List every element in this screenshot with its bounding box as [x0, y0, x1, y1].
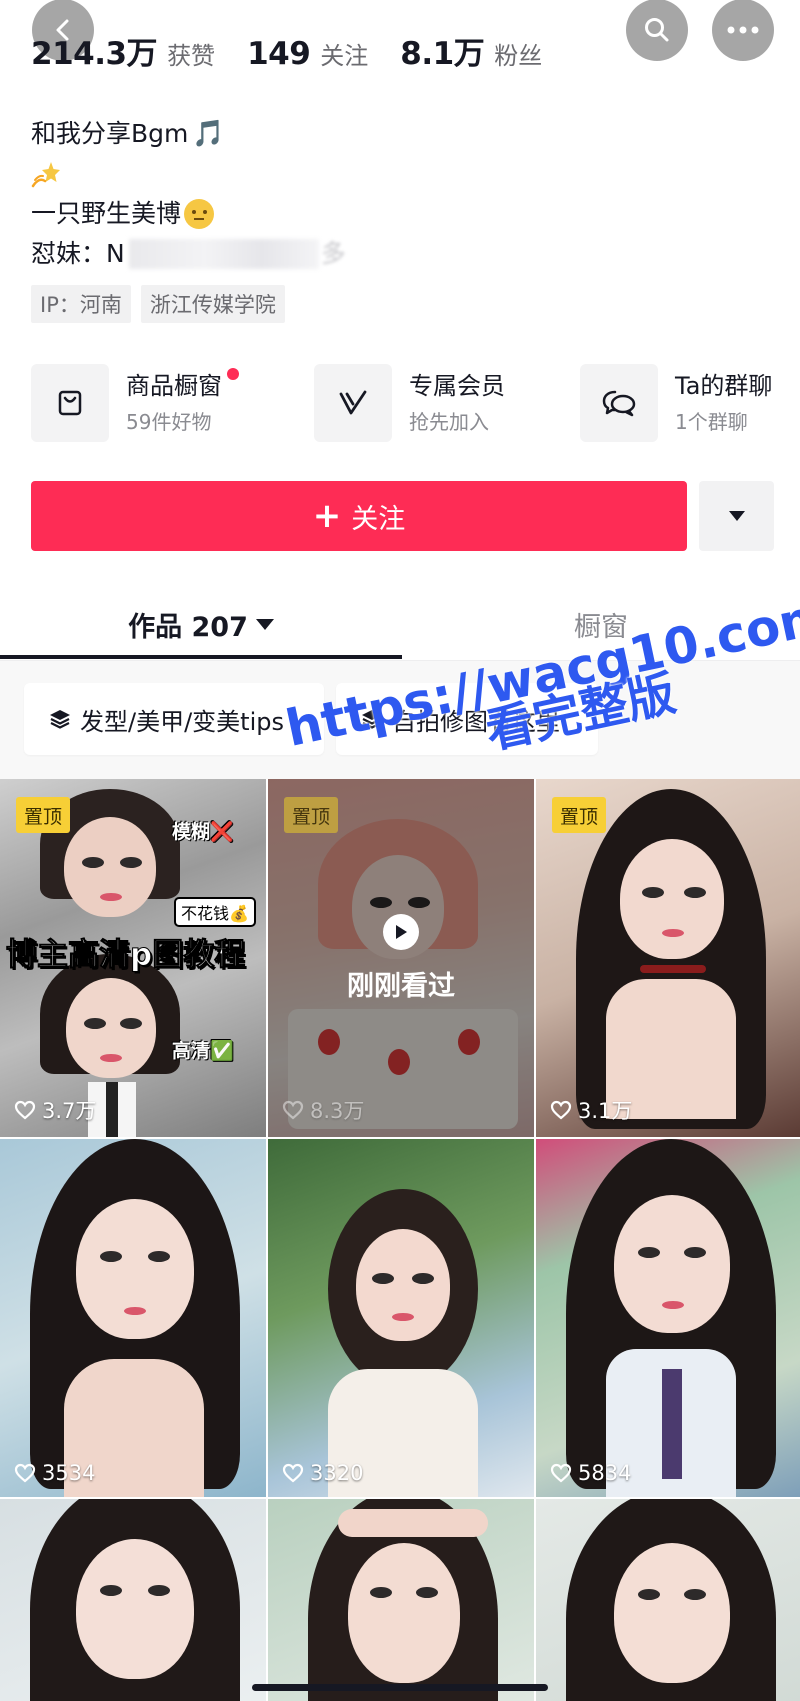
followers-label: 粉丝 — [494, 42, 543, 70]
group-chat-sub: 1个群聊 — [675, 410, 748, 434]
following-count: 149 — [247, 36, 311, 72]
heart-icon — [550, 1100, 572, 1120]
membership-entry[interactable]: 专属会员 抢先加入 — [314, 364, 505, 442]
shop-window-title: 商品橱窗 — [126, 368, 239, 402]
more-dots-icon — [727, 26, 759, 34]
recently-watched-label: 刚刚看过 — [347, 971, 455, 1002]
heart-icon — [282, 1463, 304, 1483]
v-icon — [339, 390, 367, 415]
follow-button[interactable]: + 关注 — [31, 481, 687, 551]
tab-works-label: 作品 207 — [128, 611, 248, 643]
following-label: 关注 — [320, 42, 369, 70]
group-chat-entry[interactable]: Ta的群聊 1个群聊 — [580, 364, 772, 442]
bio-line-4: 怼妹：N 多 — [31, 234, 346, 274]
likes-stat[interactable]: 214.3万 获赞 — [31, 28, 215, 73]
dizzy-star-icon — [31, 162, 60, 188]
bio-line-2 — [31, 154, 346, 194]
like-count: 3320 — [282, 1461, 363, 1485]
membership-icon-box — [314, 364, 392, 442]
ip-tag: IP：河南 — [31, 285, 131, 323]
like-count: 5834 — [550, 1461, 631, 1485]
bag-icon — [58, 390, 82, 416]
heart-icon — [550, 1463, 572, 1483]
membership-title: 专属会员 — [409, 372, 505, 400]
shop-window-entry[interactable]: 商品橱窗 59件好物 — [31, 364, 239, 442]
video-card[interactable] — [0, 1499, 266, 1701]
followers-count: 8.1万 — [400, 36, 485, 72]
group-chat-title: Ta的群聊 — [675, 372, 773, 400]
like-count: 3534 — [14, 1461, 95, 1485]
video-card[interactable] — [536, 1499, 800, 1701]
pinned-badge: 置顶 — [16, 797, 71, 833]
caret-down-icon — [728, 511, 745, 521]
profile-stats: 214.3万 获赞 149 关注 8.1万 粉丝 — [31, 28, 574, 80]
active-tab-indicator — [0, 655, 402, 659]
cover-label: 模糊❌ — [172, 821, 234, 843]
face-emoji-icon — [184, 199, 215, 229]
caret-down-icon — [255, 618, 274, 630]
more-button[interactable] — [712, 0, 774, 61]
followers-stat[interactable]: 8.1万 粉丝 — [400, 28, 542, 73]
chat-icon — [602, 390, 636, 417]
search-icon — [645, 18, 669, 42]
tab-works[interactable]: 作品 207 — [0, 588, 402, 660]
notification-dot — [227, 368, 239, 380]
heart-icon — [282, 1100, 304, 1120]
video-card[interactable]: 置顶 3.1万 — [536, 779, 800, 1137]
following-stat[interactable]: 149 关注 — [247, 36, 368, 72]
likes-count: 214.3万 — [31, 36, 158, 72]
shop-window-sub: 59件好物 — [126, 410, 212, 434]
play-icon — [383, 914, 419, 950]
bio-text-1: 和我分享Bgm — [31, 119, 189, 148]
school-tag[interactable]: 浙江传媒学院 — [140, 285, 285, 323]
like-count: 3.7万 — [14, 1095, 96, 1125]
bio-text-4-tail: 多 — [320, 239, 346, 268]
likes-label: 获赞 — [167, 42, 216, 70]
video-card[interactable]: 3320 — [268, 1139, 534, 1497]
collection-chip-label: 发型/美甲/变美tips — [80, 707, 284, 736]
heart-icon — [14, 1100, 36, 1120]
group-chat-icon-box — [580, 364, 658, 442]
video-card[interactable]: 5834 — [536, 1139, 800, 1497]
membership-sub: 抢先加入 — [409, 410, 489, 434]
video-grid: 置顶 模糊❌ 不花钱💰 博主高清p图教程 高清✅ 3.7万 置顶 刚刚看过 8.… — [0, 779, 800, 1701]
follow-label: 关注 — [351, 503, 406, 535]
video-card[interactable] — [268, 1499, 534, 1701]
redacted-text — [128, 239, 319, 269]
shop-window-icon-box — [31, 364, 109, 442]
recommend-dropdown-button[interactable] — [699, 481, 774, 551]
profile-tags: IP：河南 浙江传媒学院 — [31, 285, 285, 323]
bio-text-4: 怼妹：N — [31, 239, 125, 268]
plus-icon: + — [312, 496, 342, 536]
cover-label: 不花钱💰 — [174, 897, 256, 927]
pinned-badge: 置顶 — [284, 797, 339, 833]
bio-text-3: 一只野生美博 — [31, 199, 182, 228]
video-card[interactable]: 置顶 刚刚看过 8.3万 — [268, 779, 534, 1137]
like-count: 3.1万 — [550, 1095, 632, 1125]
bio-line-1: 和我分享Bgm 🎵 — [31, 114, 346, 154]
profile-bio: 和我分享Bgm 🎵 一只野生美博 怼妹：N 多 — [31, 114, 346, 274]
music-note-icon: 🎵 — [192, 119, 225, 149]
heart-icon — [14, 1463, 36, 1483]
feature-row: 商品橱窗 59件好物 专属会员 抢先加入 Ta的群聊 1个群聊 — [31, 364, 791, 444]
cover-title: 博主高清p图教程 — [5, 937, 246, 974]
like-count: 8.3万 — [282, 1095, 364, 1125]
home-indicator — [252, 1684, 548, 1691]
search-button[interactable] — [626, 0, 688, 61]
collection-chip-beauty-tips[interactable]: 发型/美甲/变美tips — [24, 683, 324, 755]
pinned-badge: 置顶 — [552, 797, 607, 833]
video-card[interactable]: 置顶 模糊❌ 不花钱💰 博主高清p图教程 高清✅ 3.7万 — [0, 779, 266, 1137]
bio-line-3: 一只野生美博 — [31, 194, 346, 234]
cover-label: 高清✅ — [172, 1040, 234, 1062]
video-card[interactable]: 3534 — [0, 1139, 266, 1497]
recently-watched: 刚刚看过 — [268, 914, 534, 1003]
layers-icon — [50, 710, 70, 729]
